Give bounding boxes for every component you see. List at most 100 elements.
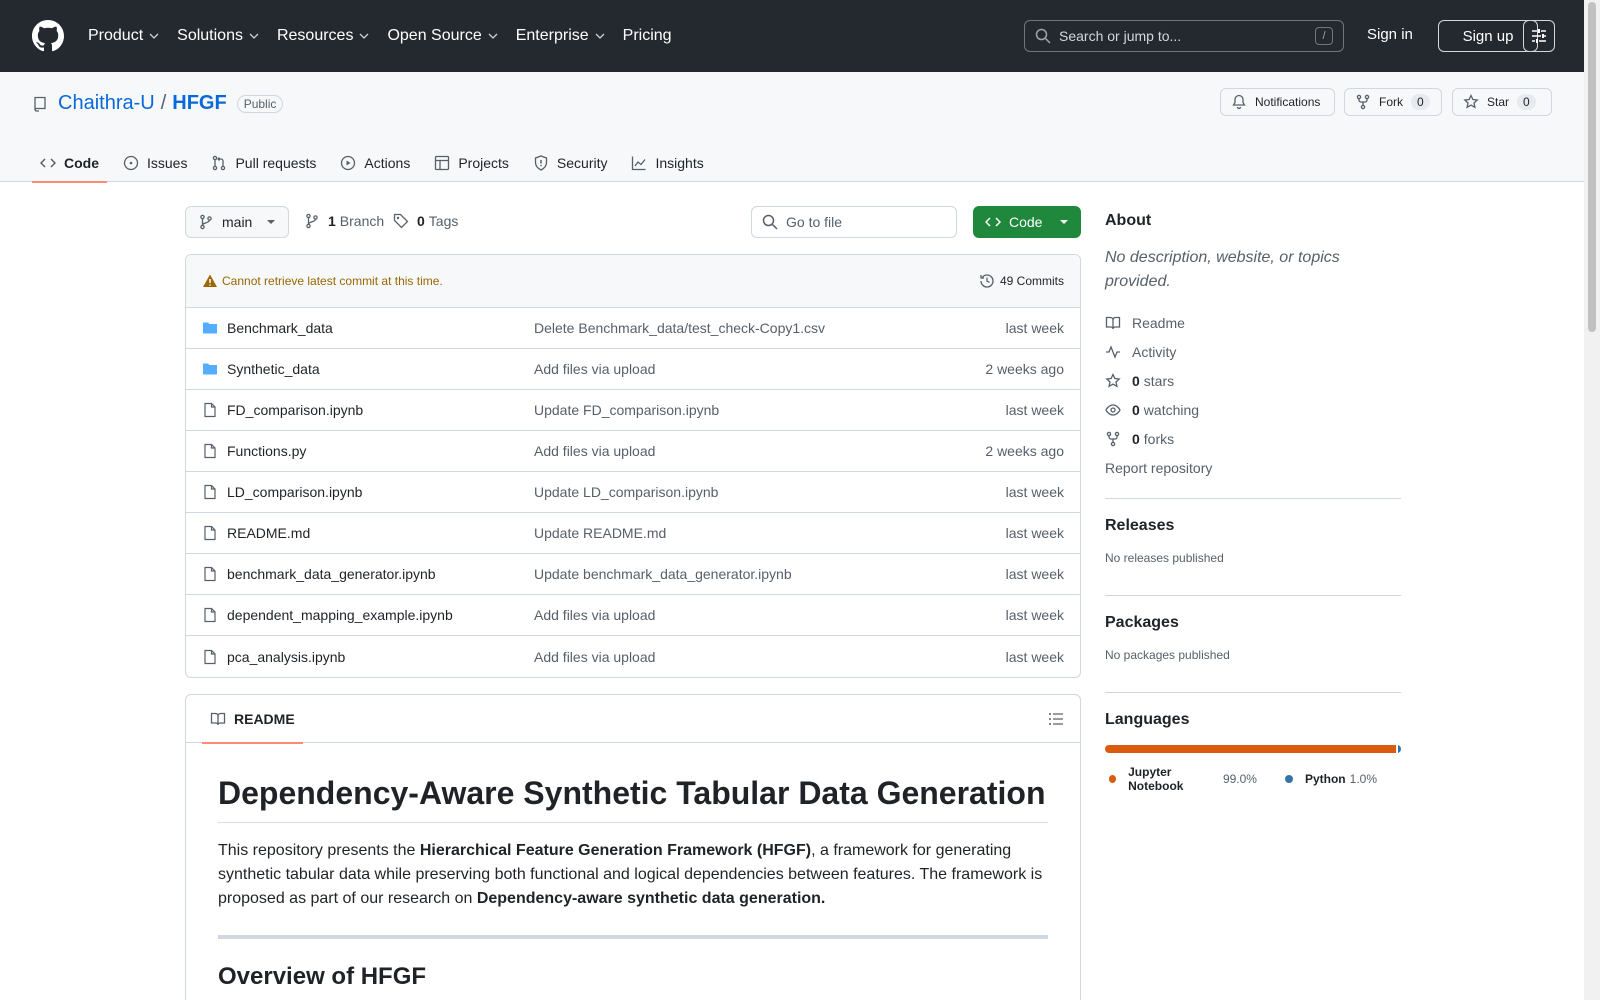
- file-name-link[interactable]: pca_analysis.ipynb: [227, 649, 345, 665]
- star-icon: [1463, 94, 1479, 109]
- commit-message-link[interactable]: Add files via upload: [534, 607, 1006, 623]
- go-to-file-input[interactable]: Go to file: [751, 206, 957, 238]
- file-name-link[interactable]: dependent_mapping_example.ipynb: [227, 607, 453, 623]
- outline-list-icon[interactable]: [1048, 711, 1064, 727]
- language-bar: [1105, 745, 1401, 753]
- tab-insights[interactable]: Insights: [623, 144, 711, 182]
- notifications-button[interactable]: Notifications: [1220, 88, 1335, 116]
- tab-pull-requests[interactable]: Pull requests: [203, 144, 324, 182]
- file-name-link[interactable]: Benchmark_data: [227, 320, 333, 336]
- code-icon: [985, 217, 1001, 227]
- file-icon: [204, 649, 216, 664]
- commit-date: last week: [1005, 402, 1064, 418]
- sign-in-link[interactable]: Sign in: [1367, 26, 1413, 43]
- tab-security[interactable]: Security: [525, 144, 616, 182]
- file-row: README.md Update README.md last week: [186, 513, 1080, 554]
- commit-date: 2 weeks ago: [985, 443, 1064, 459]
- tab-issues[interactable]: Issues: [115, 144, 195, 182]
- star-label: Star: [1487, 95, 1510, 109]
- watchers-link[interactable]: 0 watching: [1105, 395, 1401, 424]
- tag-icon: [393, 213, 409, 229]
- tab-actions[interactable]: Actions: [332, 144, 418, 182]
- fork-button[interactable]: Fork 0: [1344, 88, 1442, 116]
- repo-owner-link[interactable]: Chaithra-U: [58, 92, 155, 115]
- file-name-link[interactable]: Synthetic_data: [227, 361, 320, 377]
- repo-name-link[interactable]: HFGF: [172, 92, 226, 115]
- nav-solutions[interactable]: Solutions: [177, 27, 260, 45]
- branch-selector[interactable]: main: [185, 206, 289, 238]
- file-name-link[interactable]: Functions.py: [227, 443, 306, 459]
- file-icon: [204, 484, 216, 500]
- file-name-cell: pca_analysis.ipynb: [202, 649, 534, 665]
- commit-warning-text: Cannot retrieve latest commit at this ti…: [222, 274, 443, 288]
- file-name-link[interactable]: LD_comparison.ipynb: [227, 484, 362, 500]
- releases-title[interactable]: Releases: [1105, 517, 1401, 535]
- activity-link[interactable]: Activity: [1105, 337, 1401, 366]
- nav-product[interactable]: Product: [88, 27, 160, 45]
- appearance-settings-button[interactable]: [1523, 20, 1555, 52]
- nav-pricing[interactable]: Pricing: [623, 27, 672, 45]
- nav-enterprise[interactable]: Enterprise: [516, 27, 606, 45]
- commit-message-link[interactable]: Update README.md: [534, 525, 1006, 541]
- history-icon: [980, 274, 994, 288]
- page-scrollbar[interactable]: [1584, 0, 1600, 1000]
- commit-message-link[interactable]: Update FD_comparison.ipynb: [534, 402, 1006, 418]
- language-item[interactable]: Python 1.0%: [1281, 765, 1377, 793]
- commit-message-link[interactable]: Add files via upload: [534, 443, 985, 459]
- search-input[interactable]: Search or jump to... /: [1024, 20, 1344, 52]
- commit-date: 2 weeks ago: [985, 361, 1064, 377]
- file-row: dependent_mapping_example.ipynb Add files…: [186, 595, 1080, 636]
- branch-name: main: [222, 214, 253, 230]
- forks-link[interactable]: 0 forks: [1105, 424, 1401, 453]
- chevron-down-icon: [249, 33, 259, 39]
- file-name-link[interactable]: README.md: [227, 525, 310, 541]
- stars-link[interactable]: 0 stars: [1105, 366, 1401, 395]
- tag-count: 0: [417, 213, 425, 229]
- chevron-down-icon: [595, 33, 605, 39]
- about-description: No description, website, or topics provi…: [1105, 249, 1340, 290]
- report-repository-link[interactable]: Report repository: [1105, 453, 1401, 482]
- chevron-down-icon: [149, 33, 159, 39]
- commits-count: 49 Commits: [999, 274, 1064, 288]
- star-button[interactable]: Star 0: [1452, 88, 1552, 116]
- nav-open-source[interactable]: Open Source: [387, 27, 498, 45]
- language-item[interactable]: Jupyter Notebook 99.0%: [1105, 765, 1257, 793]
- shield-icon: [534, 155, 548, 171]
- file-row: Functions.py Add files via upload 2 weeks …: [186, 431, 1080, 472]
- table-icon: [435, 155, 450, 171]
- commit-message-link[interactable]: Update LD_comparison.ipynb: [534, 484, 1006, 500]
- fork-label: Fork: [1379, 95, 1403, 109]
- graph-icon: [632, 156, 646, 171]
- readme-link[interactable]: Readme: [1105, 308, 1401, 337]
- packages-title[interactable]: Packages: [1105, 614, 1401, 632]
- file-name-link[interactable]: benchmark_data_generator.ipynb: [227, 566, 436, 582]
- file-name-cell: Synthetic_data: [202, 361, 534, 377]
- tab-projects[interactable]: Projects: [426, 144, 517, 182]
- code-dropdown-button[interactable]: Code: [973, 206, 1081, 238]
- file-name-cell: benchmark_data_generator.ipynb: [202, 566, 534, 582]
- packages-section: Packages No packages published: [1105, 595, 1401, 676]
- scrollbar-thumb[interactable]: [1588, 2, 1596, 332]
- commit-message-link[interactable]: Add files via upload: [534, 361, 985, 377]
- github-logo-icon[interactable]: [32, 20, 64, 52]
- nav-resources[interactable]: Resources: [277, 27, 370, 45]
- tab-code[interactable]: Code: [32, 144, 107, 183]
- readme-heading-overview: Overview of HFGF: [218, 963, 427, 990]
- language-percent: 99.0%: [1222, 772, 1257, 786]
- main-nav: Product Solutions Resources Open Source …: [88, 27, 689, 45]
- readme-tab[interactable]: README: [202, 695, 303, 744]
- language-list: Jupyter Notebook 99.0% Python 1.0%: [1105, 765, 1401, 793]
- commit-message-link[interactable]: Update benchmark_data_generator.ipynb: [534, 566, 1006, 582]
- tags-link[interactable]: 0 Tags: [393, 213, 458, 229]
- commit-warning: Cannot retrieve latest commit at this ti…: [202, 273, 443, 289]
- star-count: 0: [1517, 94, 1536, 110]
- languages-section: Languages Jupyter Notebook 99.0% Python 1.0…: [1105, 692, 1401, 793]
- commit-message-link[interactable]: Add files via upload: [534, 649, 1006, 665]
- book-icon: [210, 712, 226, 725]
- commit-message-link[interactable]: Delete Benchmark_data/test_check-Copy1.c…: [534, 320, 1006, 336]
- git-branch-icon: [306, 213, 318, 229]
- repository-title: Chaithra-U / HFGF Public: [32, 92, 284, 115]
- file-name-link[interactable]: FD_comparison.ipynb: [227, 402, 363, 418]
- branches-link[interactable]: 1 Branch: [304, 213, 384, 229]
- commits-link[interactable]: 49 Commits: [979, 273, 1064, 289]
